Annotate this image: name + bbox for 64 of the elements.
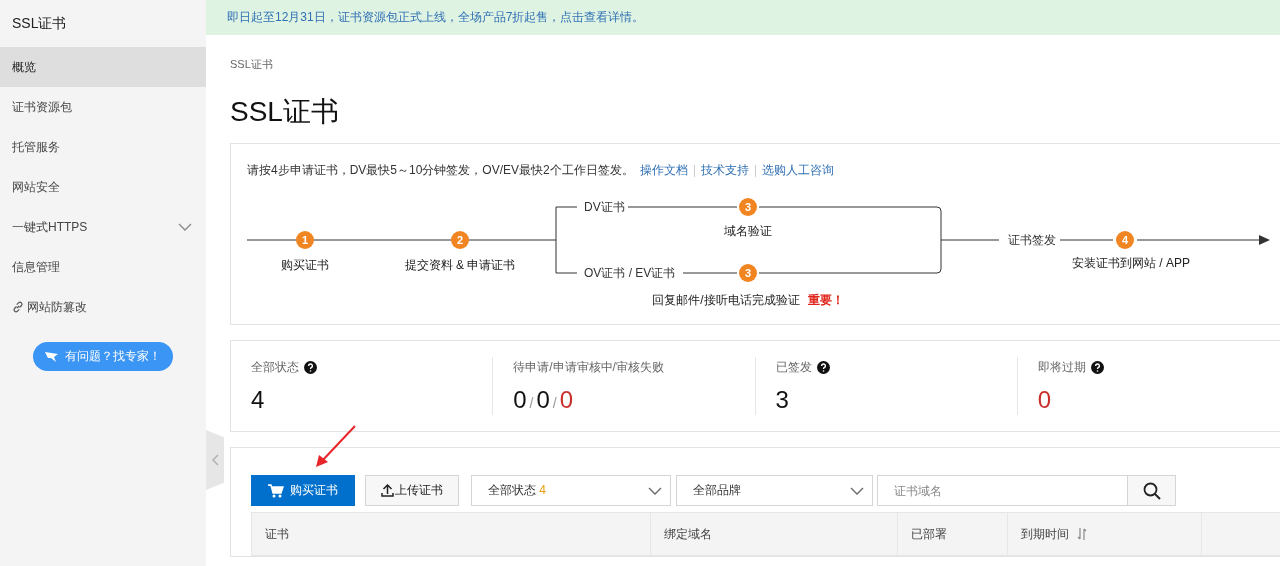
help-link[interactable]: 操作文档 <box>639 162 688 179</box>
pointer-arrow <box>315 424 357 468</box>
sidebar-title: SSL证书 <box>11 14 68 33</box>
warning-text: 重要！ <box>807 293 844 307</box>
search-icon <box>1142 481 1161 500</box>
help-icon[interactable] <box>816 361 830 374</box>
search-button[interactable] <box>1127 475 1176 506</box>
chevron-down-icon <box>850 486 864 495</box>
help-icon[interactable] <box>304 361 317 374</box>
help-link[interactable]: 选购人工咨询 <box>761 162 834 179</box>
sidebar-item[interactable]: 信息管理 <box>0 247 206 287</box>
slash-separator: / <box>529 395 534 411</box>
sidebar-item[interactable]: 托管服务 <box>0 127 206 167</box>
status-dropdown[interactable]: 全部状态 4 <box>471 475 671 506</box>
search-field[interactable]: 证书域名 <box>877 475 1128 506</box>
issue-label: 证书签发 <box>1005 232 1059 249</box>
sidebar-item[interactable]: 网站防篡改 <box>0 287 206 327</box>
sidebar-item[interactable]: 证书资源包 <box>0 87 206 127</box>
step-number: 3 <box>739 264 757 282</box>
upload-certificate-button[interactable]: 上传证书 <box>365 475 459 506</box>
intro-text: 请按4步申请证书，DV最快5～10分钟签发，OV/EV最快2个工作日签发。 <box>247 162 634 179</box>
sidebar-item[interactable]: 网站安全 <box>0 167 206 207</box>
slash-separator: / <box>552 395 557 411</box>
breadcrumb[interactable]: SSL证书 <box>230 57 1280 72</box>
brand-dropdown[interactable]: 全部品牌 <box>676 475 873 506</box>
stat-value: 3 <box>775 386 789 414</box>
step-label: 提交资料 & 申请证书 <box>404 257 516 274</box>
step-number: 1 <box>296 231 314 249</box>
buy-certificate-button[interactable]: 购买证书 <box>251 475 355 506</box>
upload-icon <box>381 484 394 497</box>
step-label: 回复邮件/接听电话完成验证 重要！ <box>652 292 844 309</box>
column-header: 绑定域名 <box>651 513 898 555</box>
step-number: 2 <box>451 231 469 249</box>
step-label: 域名验证 <box>724 223 772 240</box>
sidebar-item[interactable]: 一键式HTTPS <box>0 207 206 247</box>
cart-icon <box>268 483 284 498</box>
chevron-left-icon <box>211 454 219 466</box>
help-link[interactable]: 技术支持 <box>700 162 749 179</box>
stat-value: 0 <box>1037 386 1052 414</box>
help-icon[interactable] <box>1090 361 1104 374</box>
stat-value: 0 <box>536 386 550 414</box>
announcement-banner[interactable]: 即日起至12月31日，证书资源包正式上线，全场产品7折起售，点击查看详情。 <box>206 0 1280 35</box>
step-label: 购买证书 <box>281 257 329 274</box>
stat-value: 0 <box>559 386 574 414</box>
stat-label: 待申请/申请审核中/审核失败 <box>513 359 664 376</box>
column-header[interactable]: 到期时间 <box>1008 513 1202 555</box>
step-number: 3 <box>739 198 757 216</box>
stat-label: 全部状态 <box>251 359 299 376</box>
column-header: 已部署 <box>898 513 1008 555</box>
collapse-handle[interactable] <box>206 430 224 490</box>
stat-value: 4 <box>251 386 265 414</box>
page-title: SSL证书 <box>230 96 340 128</box>
stat-value: 0 <box>513 386 527 414</box>
sidebar-item[interactable]: 概览 <box>0 47 206 87</box>
step-number: 4 <box>1116 231 1134 249</box>
step-label: 安装证书到网站 / APP <box>1072 255 1190 272</box>
bird-icon <box>45 350 59 363</box>
stat-label: 已签发 <box>775 359 812 376</box>
branch-label: DV证书 <box>581 199 628 216</box>
stat-label: 即将过期 <box>1037 359 1086 376</box>
chevron-down-icon <box>648 486 662 495</box>
link-icon <box>12 301 24 313</box>
column-header: 证书 <box>252 513 651 555</box>
sort-icon <box>1077 528 1087 540</box>
